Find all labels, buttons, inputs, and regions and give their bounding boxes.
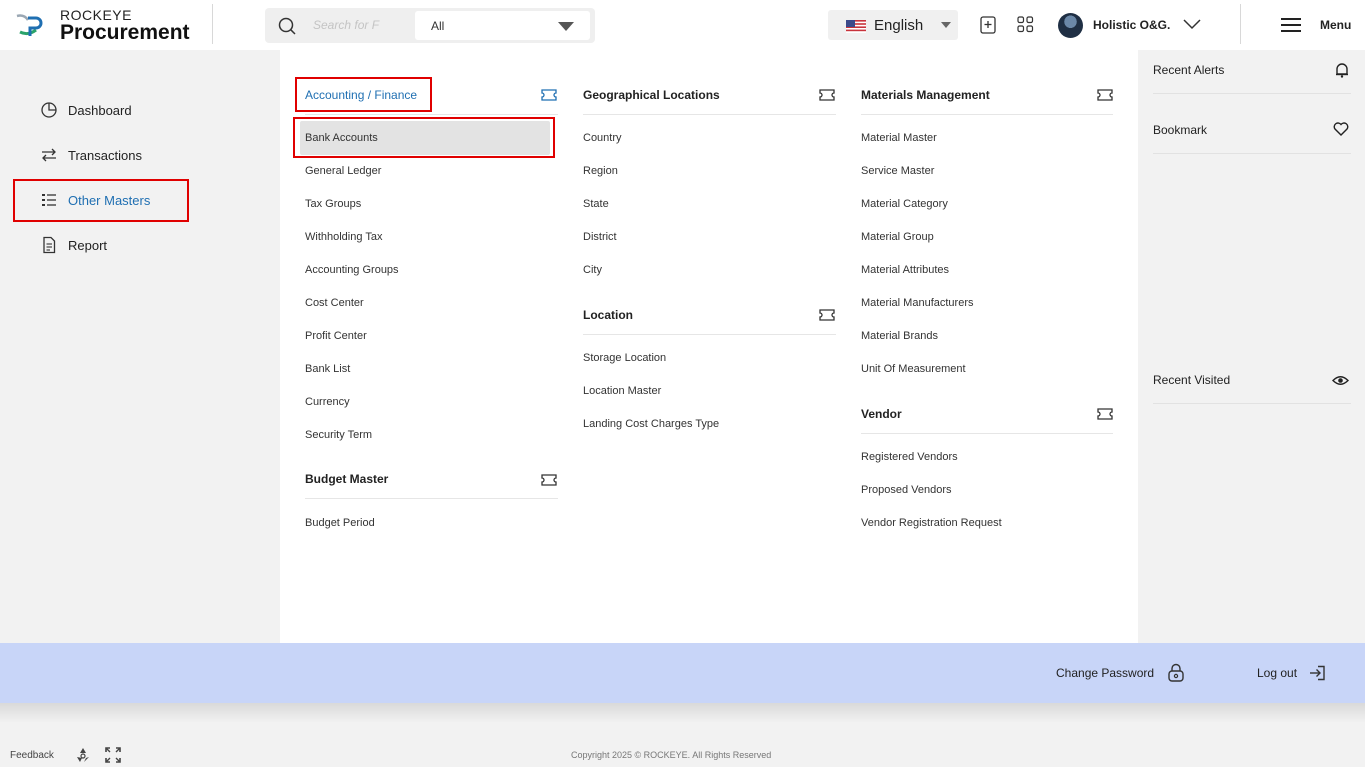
menu-link-currency[interactable]: Currency: [305, 396, 350, 408]
eye-icon[interactable]: [1332, 375, 1349, 386]
menu-link-general-ledger[interactable]: General Ledger: [305, 165, 381, 177]
us-flag-icon: [846, 20, 866, 33]
arrows-swap-icon: [40, 146, 58, 164]
section-divider: [305, 114, 558, 115]
menu-label[interactable]: Menu: [1320, 18, 1351, 32]
ticket-icon[interactable]: [1097, 408, 1113, 420]
search-icon[interactable]: [278, 17, 296, 35]
highlight-box-accounting-finance: [295, 77, 432, 112]
menu-link-location-master[interactable]: Location Master: [583, 385, 661, 397]
apps-grid-icon[interactable]: [1017, 16, 1034, 33]
menu-link-material-master[interactable]: Material Master: [861, 132, 937, 144]
menu-link-storage-location[interactable]: Storage Location: [583, 352, 666, 364]
chevron-down-icon[interactable]: [1183, 19, 1201, 30]
bell-icon[interactable]: [1335, 62, 1349, 78]
ticket-icon[interactable]: [819, 309, 835, 321]
sidebar-item-transactions[interactable]: Transactions: [40, 143, 142, 167]
menu-link-material-group[interactable]: Material Group: [861, 231, 934, 243]
section-divider: [583, 114, 836, 115]
lock-icon[interactable]: [1167, 663, 1185, 682]
menu-link-material-attributes[interactable]: Material Attributes: [861, 264, 949, 276]
caret-down-icon: [558, 22, 574, 31]
menu-link-vendor-registration-request[interactable]: Vendor Registration Request: [861, 517, 1002, 529]
menu-link-state[interactable]: State: [583, 198, 609, 210]
section-title-budget-master[interactable]: Budget Master: [305, 472, 388, 492]
language-label: English: [874, 17, 924, 34]
ticket-icon[interactable]: [541, 89, 557, 101]
caret-down-icon: [941, 22, 951, 28]
feedback-link[interactable]: Feedback: [10, 750, 54, 761]
section-title-location[interactable]: Location: [583, 308, 633, 328]
rail-label: Bookmark: [1153, 123, 1208, 137]
hamburger-menu-icon[interactable]: [1281, 17, 1301, 33]
document-icon: [40, 236, 58, 254]
rail-label: Recent Visited: [1153, 373, 1231, 387]
top-header: ROCKEYE Procurement All English: [0, 0, 1365, 50]
ticket-icon[interactable]: [1097, 89, 1113, 101]
menu-link-unit-of-measurement[interactable]: Unit Of Measurement: [861, 363, 966, 375]
ticket-icon[interactable]: [541, 474, 557, 486]
search-input[interactable]: [313, 15, 383, 35]
sidebar-item-label: Transactions: [68, 147, 142, 163]
sidebar-item-label: Dashboard: [68, 102, 132, 118]
rail-recent-alerts[interactable]: Recent Alerts: [1153, 56, 1351, 94]
highlight-box-other-masters: [13, 179, 189, 222]
header-divider: [1240, 4, 1241, 44]
pie-chart-icon: [40, 101, 58, 119]
menu-link-landing-cost-charges-type[interactable]: Landing Cost Charges Type: [583, 418, 719, 430]
copyright-text: Copyright 2025 © ROCKEYE. All Rights Res…: [571, 750, 772, 760]
ticket-icon[interactable]: [819, 89, 835, 101]
sidebar-item-label: Report: [68, 237, 108, 253]
menu-link-district[interactable]: District: [583, 231, 617, 243]
menu-link-country[interactable]: Country: [583, 132, 622, 144]
brand-name-main: Procurement: [60, 21, 190, 44]
section-title-materials-management[interactable]: Materials Management: [861, 88, 990, 108]
rail-bookmark[interactable]: Bookmark: [1153, 116, 1351, 154]
logout-link[interactable]: Log out: [1257, 666, 1297, 680]
menu-link-security-term[interactable]: Security Term: [305, 429, 372, 441]
heart-icon[interactable]: [1333, 122, 1349, 136]
menu-link-region[interactable]: Region: [583, 165, 618, 177]
section-divider: [583, 334, 836, 335]
fullscreen-icon[interactable]: [105, 747, 121, 763]
menu-link-cost-center[interactable]: Cost Center: [305, 297, 364, 309]
section-divider: [305, 498, 558, 499]
menu-link-material-manufacturers[interactable]: Material Manufacturers: [861, 297, 974, 309]
bookmark-add-icon[interactable]: [980, 16, 996, 34]
menu-link-city[interactable]: City: [583, 264, 602, 276]
menu-link-material-category[interactable]: Material Category: [861, 198, 948, 210]
sidebar-item-report[interactable]: Report: [40, 233, 107, 257]
menu-link-profit-center[interactable]: Profit Center: [305, 330, 367, 342]
section-title-geographical-locations[interactable]: Geographical Locations: [583, 88, 720, 108]
global-search: All: [265, 8, 595, 43]
rail-recent-visited[interactable]: Recent Visited: [1153, 366, 1351, 404]
menu-link-service-master[interactable]: Service Master: [861, 165, 934, 177]
header-divider: [212, 4, 213, 44]
rockeye-logo-icon[interactable]: [14, 10, 46, 38]
menu-link-tax-groups[interactable]: Tax Groups: [305, 198, 361, 210]
language-select[interactable]: English: [828, 10, 958, 40]
recycle-icon[interactable]: [75, 747, 91, 763]
menu-link-registered-vendors[interactable]: Registered Vendors: [861, 451, 958, 463]
menu-link-bank-list[interactable]: Bank List: [305, 363, 350, 375]
search-scope-select[interactable]: All: [415, 11, 590, 40]
search-scope-value: All: [431, 19, 445, 33]
user-avatar[interactable]: [1058, 13, 1083, 38]
logout-icon[interactable]: [1309, 665, 1326, 681]
section-divider: [861, 114, 1113, 115]
change-password-link[interactable]: Change Password: [1056, 666, 1154, 680]
rail-label: Recent Alerts: [1153, 63, 1225, 77]
menu-link-withholding-tax[interactable]: Withholding Tax: [305, 231, 382, 243]
account-actions-bar: Change Password Log out: [0, 643, 1365, 703]
bar-shadow: [0, 703, 1365, 723]
menu-link-bank-accounts[interactable]: Bank Accounts: [305, 132, 378, 144]
section-title-vendor[interactable]: Vendor: [861, 407, 902, 427]
menu-link-budget-period[interactable]: Budget Period: [305, 517, 375, 529]
menu-link-accounting-groups[interactable]: Accounting Groups: [305, 264, 399, 276]
sidebar-item-dashboard[interactable]: Dashboard: [40, 98, 132, 122]
menu-link-material-brands[interactable]: Material Brands: [861, 330, 938, 342]
user-name[interactable]: Holistic O&G.: [1093, 18, 1170, 32]
section-divider: [861, 433, 1113, 434]
menu-link-proposed-vendors[interactable]: Proposed Vendors: [861, 484, 952, 496]
